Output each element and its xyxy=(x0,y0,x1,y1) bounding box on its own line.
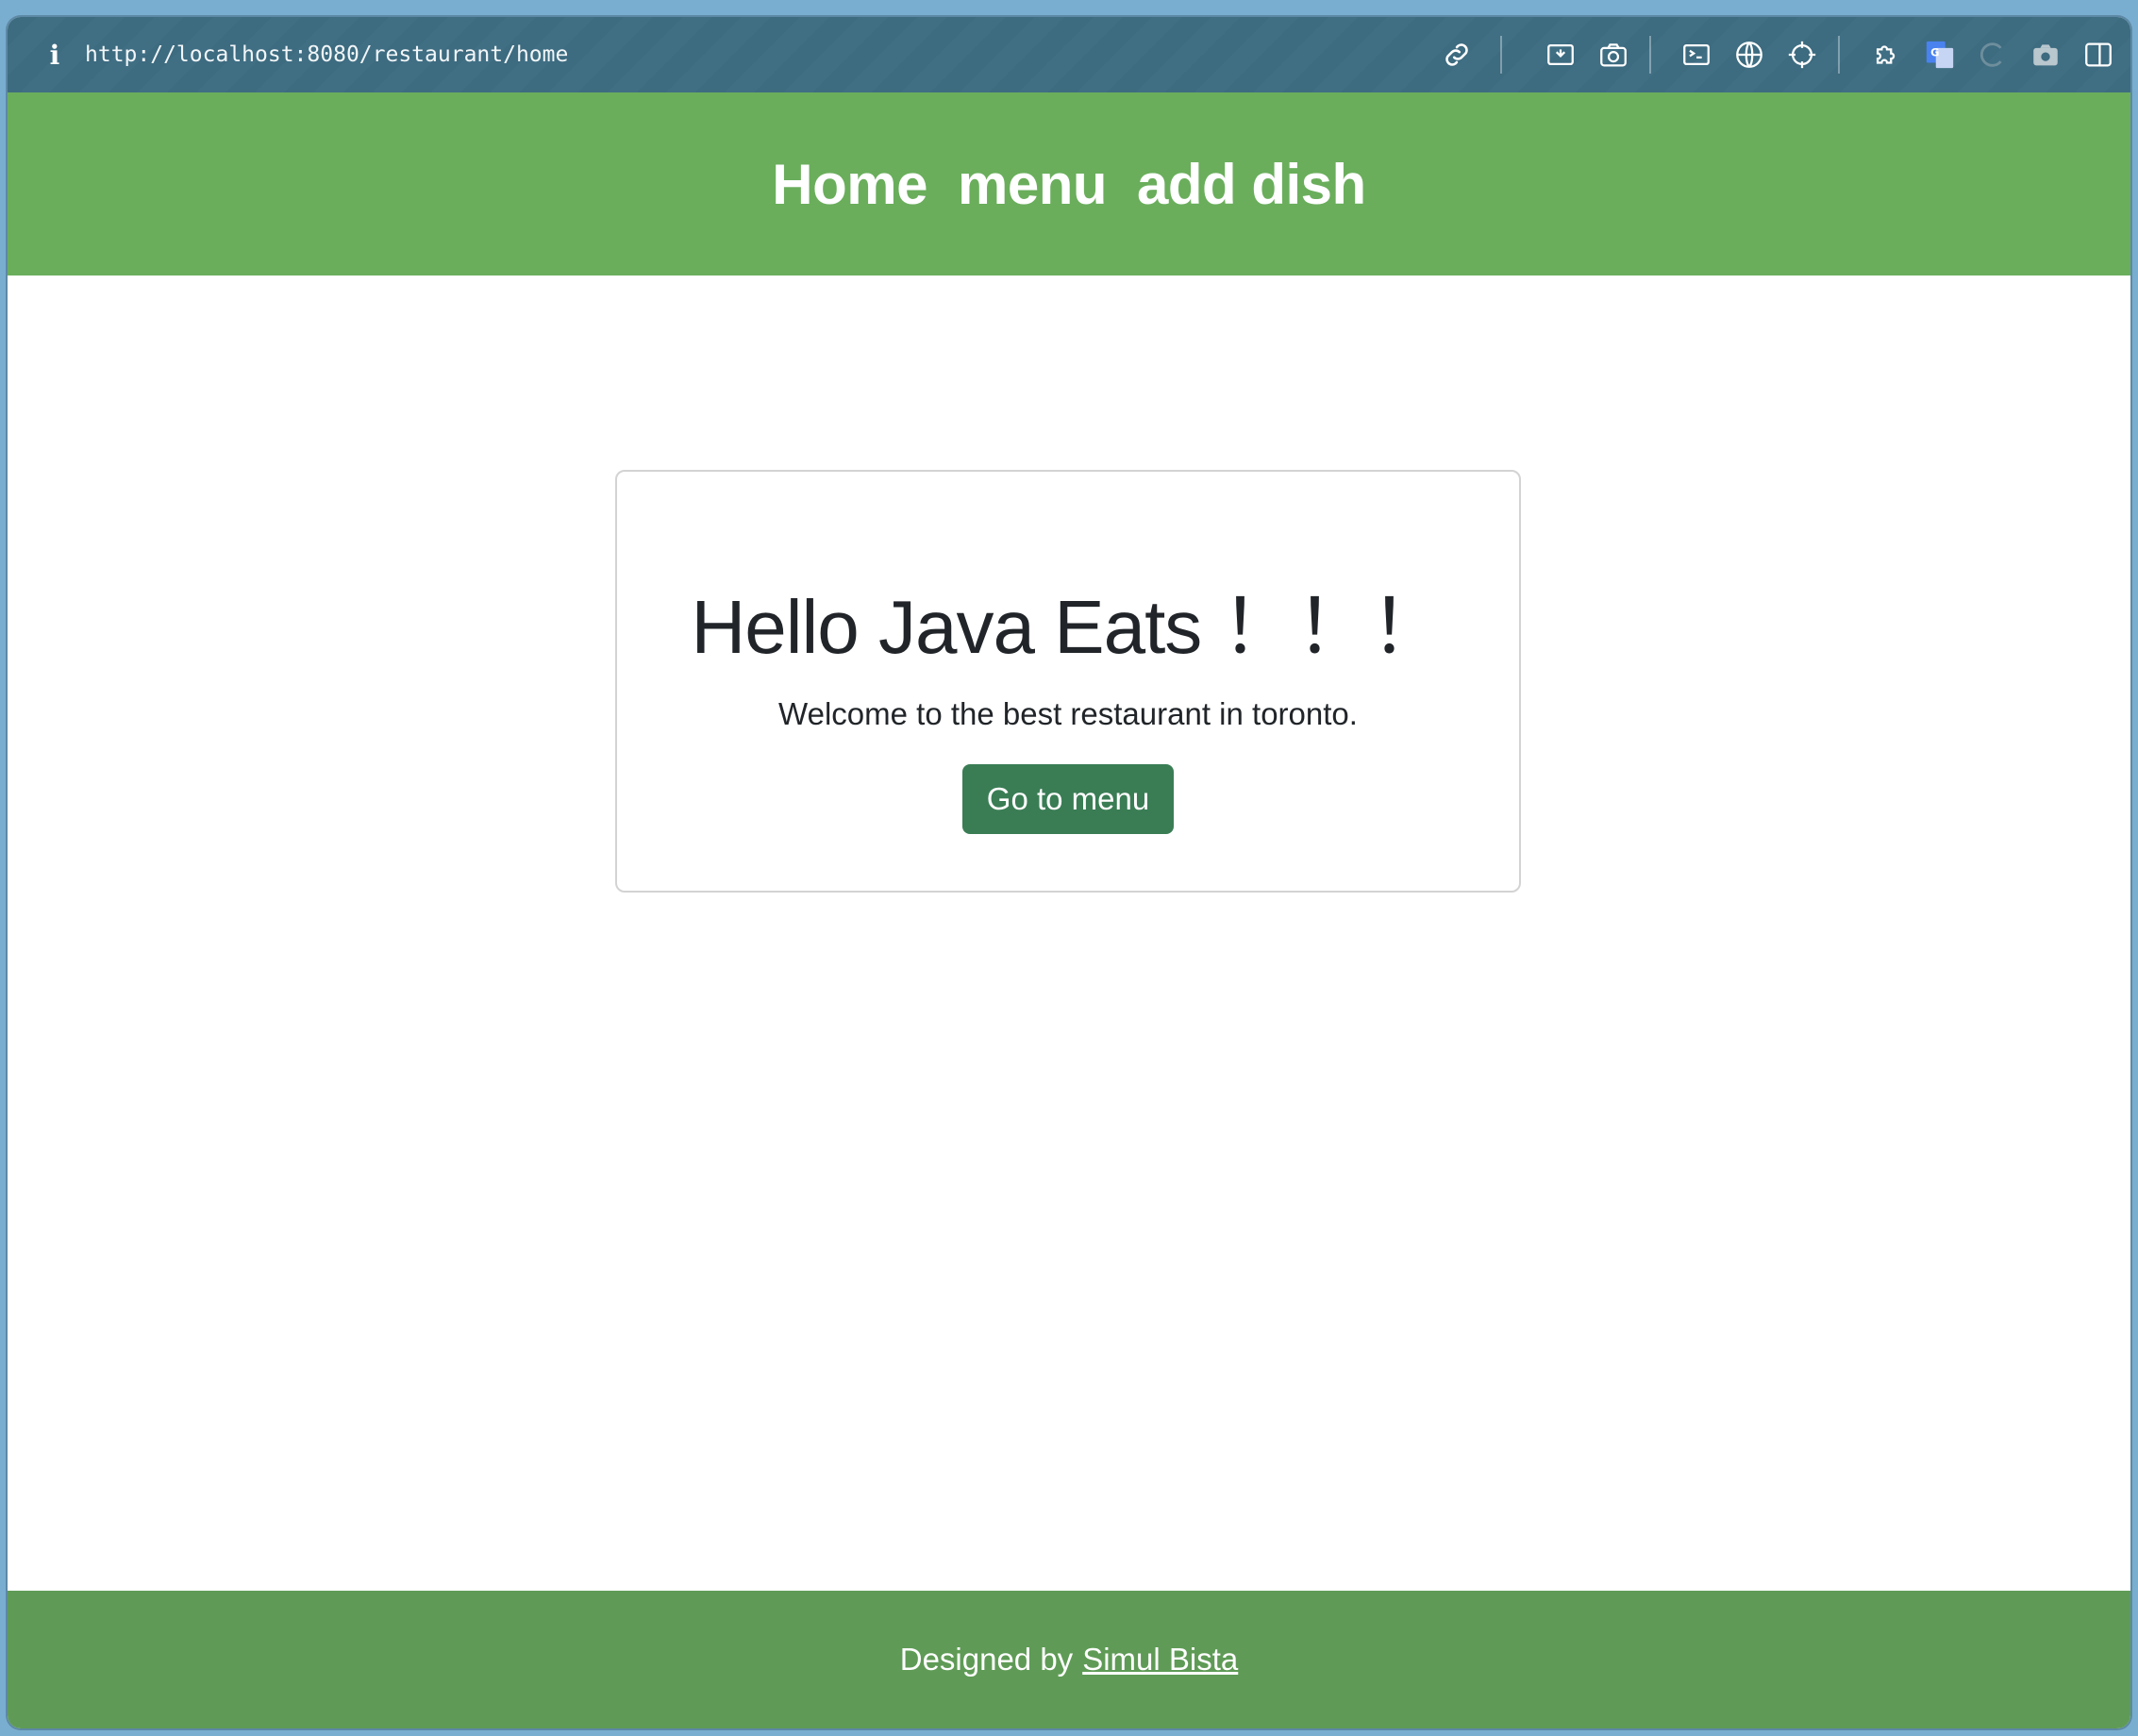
crosshair-icon[interactable] xyxy=(1785,38,1819,72)
svg-text:G: G xyxy=(1930,45,1939,58)
loading-icon xyxy=(1976,38,2010,72)
site-header: Home menu add dish xyxy=(8,92,2130,275)
link-icon[interactable] xyxy=(1440,38,1474,72)
browser-window: i http://localhost:8080/restaurant/home xyxy=(8,17,2130,1728)
extension-icon[interactable] xyxy=(1870,38,1904,72)
camera-icon[interactable] xyxy=(1596,38,1630,72)
footer-author-link[interactable]: Simul Bista xyxy=(1082,1642,1238,1678)
welcome-subtitle: Welcome to the best restaurant in toront… xyxy=(778,696,1358,731)
nav-home-link[interactable]: Home xyxy=(772,152,927,217)
nav-menu-link[interactable]: menu xyxy=(958,152,1108,217)
translate-icon[interactable]: G xyxy=(1923,38,1957,72)
nav-add-dish-link[interactable]: add dish xyxy=(1137,152,1366,217)
go-to-menu-button[interactable]: Go to menu xyxy=(961,764,1175,834)
welcome-card: Hello Java Eats ！！！ Welcome to the best … xyxy=(615,470,1521,893)
screenshot-area-icon[interactable] xyxy=(1544,38,1578,72)
site-footer: Designed by Simul Bista xyxy=(8,1591,2130,1728)
camera-alt-icon[interactable] xyxy=(2029,38,2063,72)
sidebar-icon[interactable] xyxy=(2081,38,2115,72)
globe-icon[interactable] xyxy=(1732,38,1766,72)
footer-credit-label: Designed by xyxy=(899,1642,1074,1677)
browser-toolbar: i http://localhost:8080/restaurant/home xyxy=(8,17,2130,92)
welcome-title: Hello Java Eats ！！！ xyxy=(691,585,1445,669)
terminal-icon[interactable] xyxy=(1679,38,1713,72)
